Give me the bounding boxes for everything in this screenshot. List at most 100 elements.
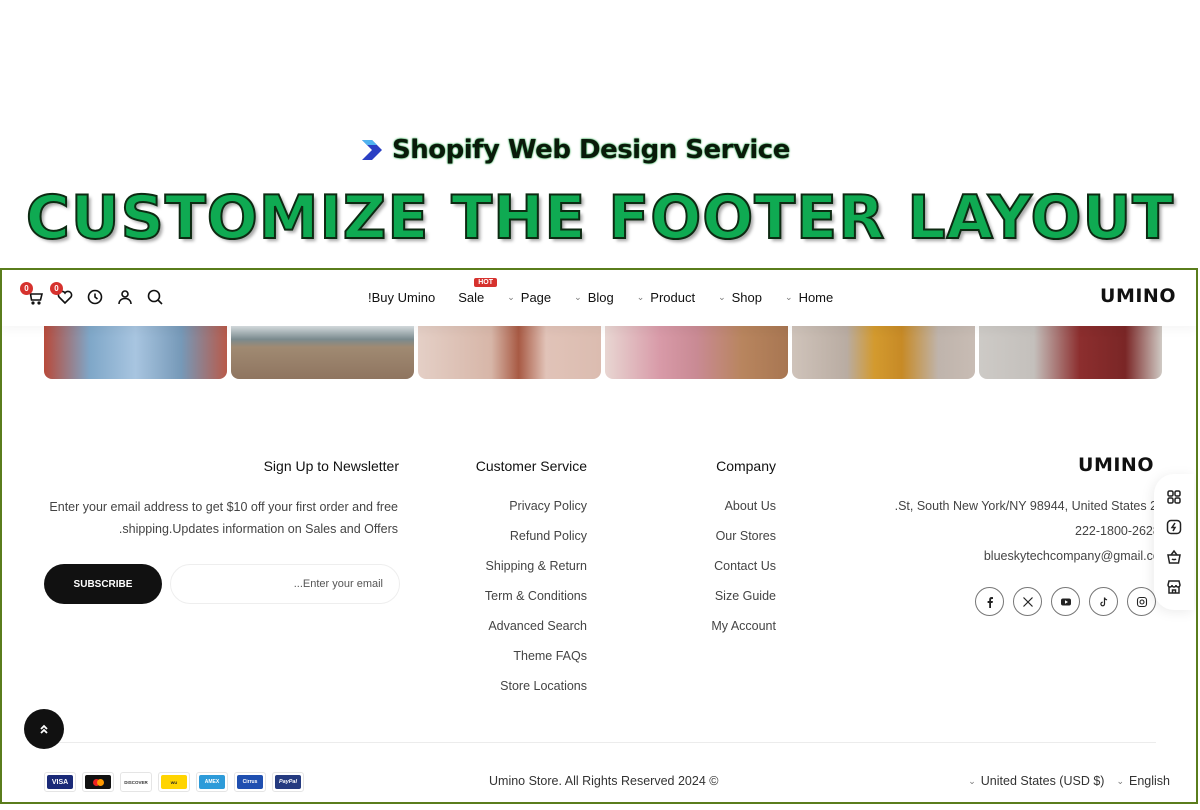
payment-methods: VISA DISCOVER WU AMEX Cirrus PayPal <box>44 772 304 792</box>
amex-icon: AMEX <box>196 772 228 792</box>
language-selector[interactable]: ⌄ English <box>1116 774 1170 788</box>
chevron-right-icon <box>362 140 382 160</box>
search-icon <box>147 289 163 305</box>
footer-link-refund-policy[interactable]: Refund Policy <box>485 528 587 558</box>
contact-email[interactable]: blueskytechcompany@gmail.cor <box>895 548 1164 573</box>
clock-icon <box>87 289 103 305</box>
gallery-image[interactable] <box>979 326 1162 379</box>
email-input[interactable] <box>170 564 400 604</box>
facebook-link[interactable] <box>975 587 1004 616</box>
search-button[interactable] <box>146 286 164 308</box>
nav-label: !Buy Umino <box>368 290 436 305</box>
store-icon <box>1167 580 1181 594</box>
gallery-image[interactable] <box>418 326 601 379</box>
contact-phone: 222-1800-2628- <box>1075 524 1164 538</box>
cirrus-icon: Cirrus <box>234 772 266 792</box>
facebook-icon <box>987 596 993 608</box>
contact-address: .St, South New York/NY 98944, United Sta… <box>894 499 1164 513</box>
gallery-image[interactable] <box>231 326 414 379</box>
company-links: About Us Our Stores Contact Us Size Guid… <box>711 498 776 648</box>
footer-link-about-us[interactable]: About Us <box>711 498 776 528</box>
footer-link-advanced-search[interactable]: Advanced Search <box>485 618 587 648</box>
youtube-link[interactable] <box>1051 587 1080 616</box>
banner-headline: CUSTOMIZE THE FOOTER LAYOUT <box>25 182 1175 254</box>
footer-link-terms-conditions[interactable]: Term & Conditions <box>485 588 587 618</box>
basket-button[interactable] <box>1166 549 1182 565</box>
store-footer-frame: 0 0 !Buy Umino HOT Sale ⌄ Page ⌄ Blog ⌄ … <box>0 268 1198 804</box>
chevron-down-icon: ⌄ <box>636 292 645 302</box>
double-chevron-up-icon <box>40 724 48 734</box>
hot-badge: HOT <box>474 278 497 287</box>
language-value: English <box>1129 774 1170 788</box>
instagram-icon <box>1136 596 1147 607</box>
footer-link-contact-us[interactable]: Contact Us <box>711 558 776 588</box>
gallery-image[interactable] <box>605 326 788 379</box>
nav-item-product[interactable]: ⌄ Product <box>637 290 695 305</box>
nav-item-blog[interactable]: ⌄ Blog <box>574 290 614 305</box>
floating-toolbar <box>1154 474 1194 610</box>
youtube-icon <box>1060 598 1071 605</box>
subtitle-text: Shopify Web Design Service <box>392 135 790 165</box>
paypal-icon: PayPal <box>272 772 304 792</box>
instagram-image-strip <box>44 326 1162 379</box>
visa-icon: VISA <box>44 772 76 792</box>
footer-link-shipping-return[interactable]: Shipping & Return <box>485 558 587 588</box>
footer-link-store-locations[interactable]: Store Locations <box>485 678 587 708</box>
nav-item-page[interactable]: ⌄ Page <box>507 290 551 305</box>
site-header: 0 0 !Buy Umino HOT Sale ⌄ Page ⌄ Blog ⌄ … <box>2 270 1196 326</box>
chevron-down-icon: ⌄ <box>574 292 582 302</box>
footer-link-my-account[interactable]: My Account <box>711 618 776 648</box>
nav-label: Product <box>650 290 696 305</box>
x-link[interactable] <box>1013 587 1042 616</box>
nav-label: Sale <box>458 290 485 305</box>
account-button[interactable] <box>116 286 134 308</box>
lightning-icon <box>1166 519 1182 535</box>
copyright-text: Umino Store. All Rights Reserved 2024 © <box>489 774 719 788</box>
main-nav: !Buy Umino HOT Sale ⌄ Page ⌄ Blog ⌄ Prod… <box>368 278 856 305</box>
contact-info: .St, South New York/NY 98944, United Sta… <box>895 498 1164 573</box>
tiktok-link[interactable] <box>1089 587 1118 616</box>
newsletter-description: Enter your email address to get $10 off … <box>42 496 398 540</box>
locale-selectors: ⌄ United States (USD $) ⌄ English <box>968 774 1170 788</box>
wishlist-count-badge: 0 <box>50 282 63 295</box>
currency-selector[interactable]: ⌄ United States (USD $) <box>968 774 1104 788</box>
footer-logo[interactable]: UMINO <box>1078 454 1154 476</box>
footer-link-theme-faqs[interactable]: Theme FAQs <box>485 648 587 678</box>
user-icon <box>118 290 132 305</box>
nav-label: Shop <box>731 290 763 305</box>
nav-label: Page <box>520 290 552 305</box>
mastercard-icon <box>82 772 114 792</box>
company-title: Company <box>716 458 776 474</box>
x-icon <box>1022 596 1033 607</box>
subscribe-button[interactable]: SUBSCRIBE <box>44 564 162 604</box>
header-logo[interactable]: UMINO <box>1100 285 1176 307</box>
back-to-top-button[interactable] <box>24 709 64 749</box>
newsletter-title: Sign Up to Newsletter <box>263 458 399 474</box>
footer-link-size-guide[interactable]: Size Guide <box>711 588 776 618</box>
footer-link-privacy-policy[interactable]: Privacy Policy <box>485 498 587 528</box>
wishlist-button[interactable]: 0 <box>50 282 74 308</box>
customer-service-links: Privacy Policy Refund Policy Shipping & … <box>485 498 587 708</box>
cart-button[interactable]: 0 <box>20 282 44 308</box>
newsletter-text-line: Enter your email address to get $10 off … <box>49 500 398 514</box>
instagram-link[interactable] <box>1127 587 1156 616</box>
quick-action-button[interactable] <box>1166 519 1182 535</box>
footer-link-our-stores[interactable]: Our Stores <box>711 528 776 558</box>
basket-icon <box>1167 549 1181 564</box>
recently-viewed-button[interactable] <box>86 286 104 308</box>
newsletter-text-line: .shipping.Updates information on Sales a… <box>118 522 398 536</box>
store-button[interactable] <box>1166 579 1182 595</box>
nav-item-shop[interactable]: ⌄ Shop <box>718 290 762 305</box>
banner-subtitle: Shopify Web Design Service <box>360 132 790 168</box>
nav-label: Home <box>798 290 834 305</box>
chevron-down-icon: ⌄ <box>507 292 515 302</box>
gallery-image[interactable] <box>44 326 227 379</box>
nav-item-home[interactable]: ⌄ Home <box>785 290 833 305</box>
nav-item-buy-umino[interactable]: !Buy Umino <box>368 290 435 305</box>
grid-button[interactable] <box>1166 489 1182 505</box>
nav-item-sale[interactable]: HOT Sale <box>458 278 497 305</box>
western-union-icon: WU <box>158 772 190 792</box>
customer-service-title: Customer Service <box>475 458 587 474</box>
gallery-image[interactable] <box>792 326 975 379</box>
social-links <box>975 587 1156 616</box>
